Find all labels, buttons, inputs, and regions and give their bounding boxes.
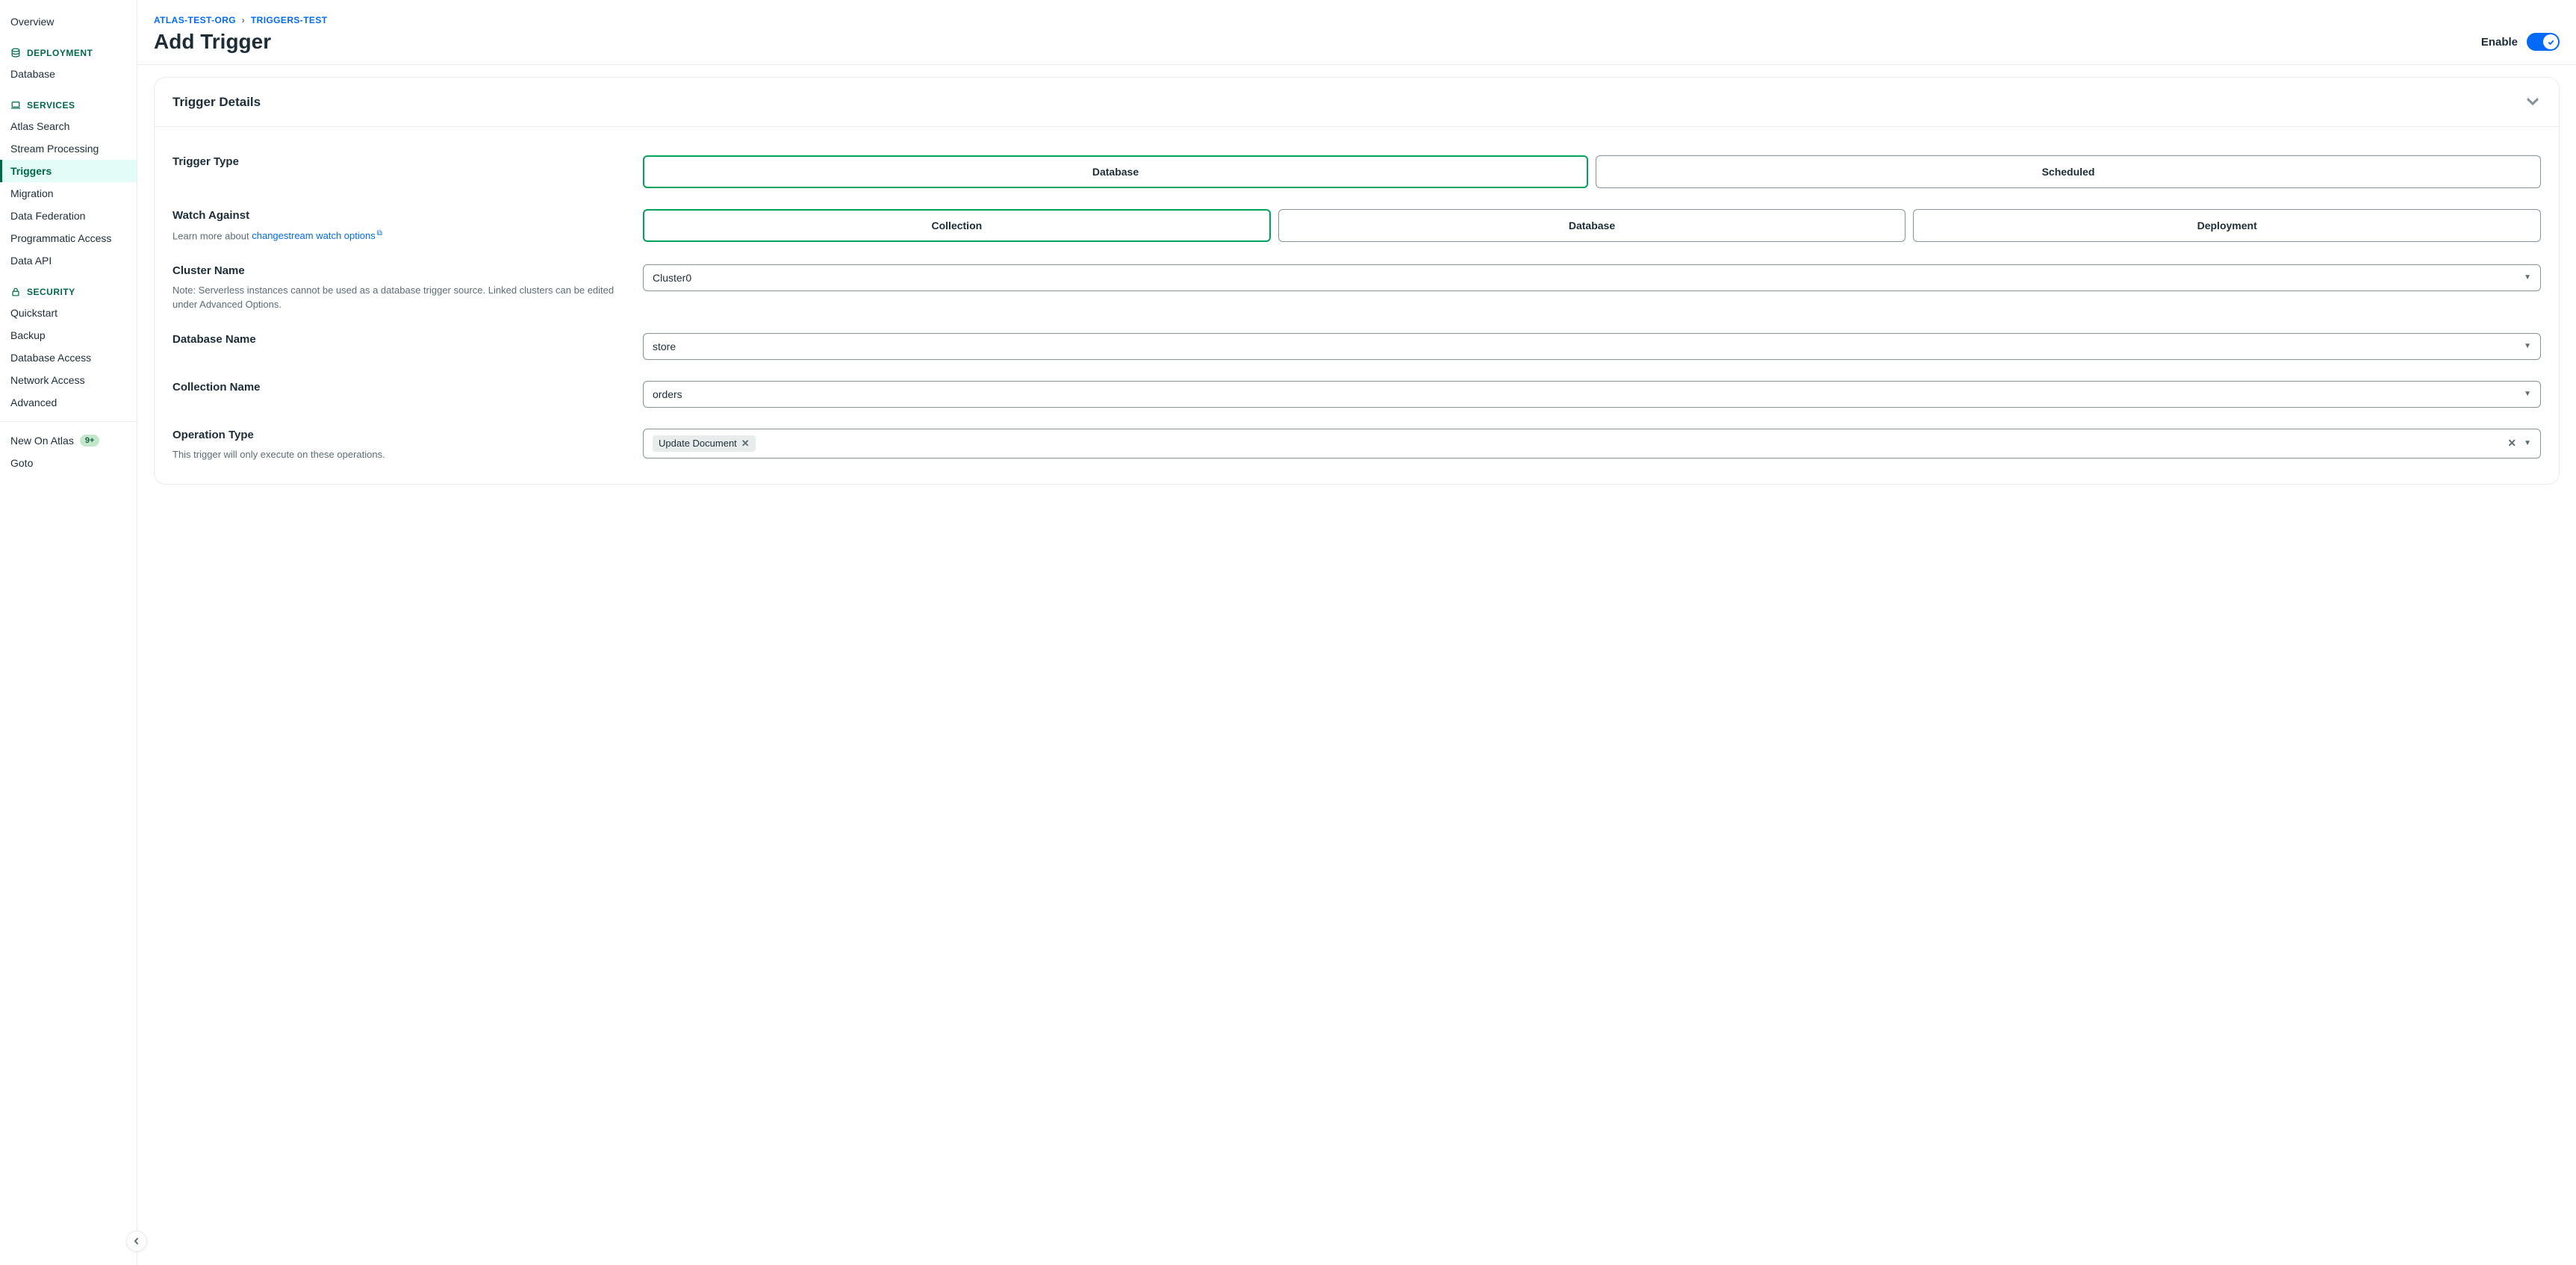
new-count-badge: 9+ — [80, 435, 100, 447]
collapse-card-button[interactable] — [2524, 93, 2541, 111]
help-cluster-name: Note: Serverless instances cannot be use… — [172, 283, 620, 312]
sidebar-item-triggers[interactable]: Triggers — [0, 160, 137, 182]
link-changestream-options[interactable]: changestream watch options⧉ — [252, 230, 382, 241]
caret-down-icon: ▼ — [2524, 439, 2531, 447]
label-collection-name: Collection Name — [172, 381, 620, 394]
breadcrumb-org[interactable]: ATLAS-TEST-ORG — [154, 15, 236, 25]
watch-against-segmented: Collection Database Deployment — [643, 209, 2541, 242]
select-database[interactable]: store ▼ — [643, 333, 2541, 360]
help-text: Learn more about — [172, 230, 252, 241]
sidebar-item-programmatic-access[interactable]: Programmatic Access — [0, 227, 137, 249]
multiselect-operation-type[interactable]: Update Document ✕ ✕ ▼ — [643, 429, 2541, 459]
row-collection-name: Collection Name orders ▼ — [172, 360, 2541, 408]
caret-down-icon: ▼ — [2524, 342, 2531, 350]
sidebar-item-network-access[interactable]: Network Access — [0, 369, 137, 391]
card-title: Trigger Details — [172, 95, 261, 110]
sidebar-item-goto[interactable]: Goto — [0, 452, 137, 474]
help-watch-against: Learn more about changestream watch opti… — [172, 228, 620, 243]
breadcrumb-project[interactable]: TRIGGERS-TEST — [251, 15, 328, 25]
sidebar-item-database-access[interactable]: Database Access — [0, 346, 137, 369]
clear-all-button[interactable]: ✕ — [2507, 437, 2516, 450]
label-trigger-type: Trigger Type — [172, 155, 620, 168]
breadcrumb-sep: › — [242, 15, 245, 25]
sidebar-item-advanced[interactable]: Advanced — [0, 391, 137, 414]
help-operation-type: This trigger will only execute on these … — [172, 447, 620, 462]
sidebar-item-atlas-search[interactable]: Atlas Search — [0, 115, 137, 137]
sidebar-item-label: New On Atlas — [10, 435, 74, 447]
external-link-icon: ⧉ — [377, 229, 382, 237]
page-header: ATLAS-TEST-ORG › TRIGGERS-TEST Add Trigg… — [137, 0, 2576, 65]
sidebar-item-database[interactable]: Database — [0, 63, 137, 85]
sidebar-section-label: SECURITY — [27, 287, 75, 297]
select-value: orders — [653, 388, 682, 400]
row-database-name: Database Name store ▼ — [172, 312, 2541, 360]
sidebar-item-data-api[interactable]: Data API — [0, 249, 137, 272]
sidebar-section-deployment: DEPLOYMENT — [0, 40, 137, 63]
select-collection[interactable]: orders ▼ — [643, 381, 2541, 408]
check-icon — [2547, 38, 2555, 46]
divider — [0, 421, 137, 422]
trigger-type-segmented: Database Scheduled — [643, 155, 2541, 188]
chip-label: Update Document — [659, 438, 737, 449]
sidebar-item-data-federation[interactable]: Data Federation — [0, 205, 137, 227]
chevron-left-icon — [132, 1237, 141, 1246]
caret-down-icon: ▼ — [2524, 273, 2531, 282]
card-header: Trigger Details — [155, 78, 2559, 127]
label-cluster-name: Cluster Name — [172, 264, 620, 277]
page-title: Add Trigger — [154, 30, 327, 54]
sidebar-item-stream-processing[interactable]: Stream Processing — [0, 137, 137, 160]
row-operation-type: Operation Type This trigger will only ex… — [172, 408, 2541, 462]
seg-trigger-database[interactable]: Database — [643, 155, 1588, 188]
caret-down-icon: ▼ — [2524, 390, 2531, 398]
collapse-sidebar-button[interactable] — [126, 1231, 147, 1252]
chevron-down-icon — [2524, 93, 2541, 109]
seg-trigger-scheduled[interactable]: Scheduled — [1596, 155, 2541, 188]
sidebar-section-label: SERVICES — [27, 100, 75, 111]
row-watch-against: Watch Against Learn more about changestr… — [172, 188, 2541, 243]
seg-watch-collection[interactable]: Collection — [643, 209, 1271, 242]
select-value: store — [653, 341, 676, 352]
label-watch-against: Watch Against — [172, 209, 620, 222]
database-stack-icon — [10, 48, 21, 58]
sidebar-item-backup[interactable]: Backup — [0, 324, 137, 346]
sidebar-item-quickstart[interactable]: Quickstart — [0, 302, 137, 324]
select-cluster[interactable]: Cluster0 ▼ — [643, 264, 2541, 291]
sidebar-item-new-on-atlas[interactable]: New On Atlas 9+ — [0, 429, 137, 452]
breadcrumb: ATLAS-TEST-ORG › TRIGGERS-TEST — [154, 15, 327, 25]
sidebar-section-services: SERVICES — [0, 93, 137, 115]
sidebar: Overview DEPLOYMENT Database SERVICES At… — [0, 0, 137, 1265]
enable-toggle-row: Enable — [2481, 33, 2560, 54]
laptop-icon — [10, 100, 21, 111]
sidebar-section-security: SECURITY — [0, 279, 137, 302]
sidebar-item-overview[interactable]: Overview — [0, 10, 137, 33]
row-cluster-name: Cluster Name Note: Serverless instances … — [172, 243, 2541, 312]
trigger-details-card: Trigger Details Trigger Type Database — [154, 77, 2560, 485]
seg-watch-database[interactable]: Database — [1278, 209, 1906, 242]
toggle-knob — [2543, 34, 2558, 49]
row-trigger-type: Trigger Type Database Scheduled — [172, 134, 2541, 188]
seg-watch-deployment[interactable]: Deployment — [1913, 209, 2541, 242]
select-value: Cluster0 — [653, 272, 691, 284]
label-operation-type: Operation Type — [172, 429, 620, 441]
sidebar-section-label: DEPLOYMENT — [27, 48, 93, 58]
lock-icon — [10, 287, 21, 297]
label-database-name: Database Name — [172, 333, 620, 346]
chip-remove-button[interactable]: ✕ — [741, 438, 750, 450]
enable-label: Enable — [2481, 36, 2518, 49]
enable-toggle[interactable] — [2527, 33, 2560, 51]
main: ATLAS-TEST-ORG › TRIGGERS-TEST Add Trigg… — [137, 0, 2576, 1265]
sidebar-item-migration[interactable]: Migration — [0, 182, 137, 205]
chip-update-document: Update Document ✕ — [653, 435, 756, 452]
